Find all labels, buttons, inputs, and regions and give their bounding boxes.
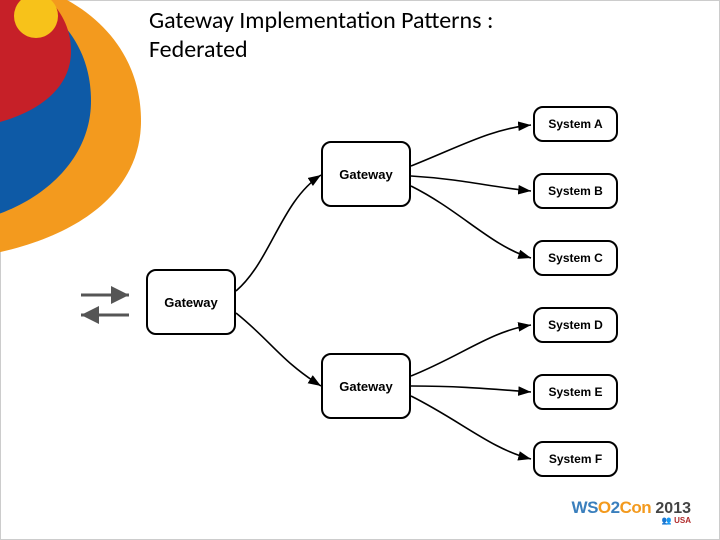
node-system-d: System D bbox=[533, 307, 618, 343]
node-label: System A bbox=[548, 117, 602, 131]
node-gateway-top: Gateway bbox=[321, 141, 411, 207]
node-label: System C bbox=[548, 251, 603, 265]
node-system-b: System B bbox=[533, 173, 618, 209]
node-label: System B bbox=[548, 184, 603, 198]
node-system-e: System E bbox=[533, 374, 618, 410]
node-label: System E bbox=[548, 385, 602, 399]
node-system-a: System A bbox=[533, 106, 618, 142]
node-gateway-bottom: Gateway bbox=[321, 353, 411, 419]
node-label: Gateway bbox=[339, 379, 392, 394]
people-icon: 👥 bbox=[662, 516, 672, 525]
logo-part: O bbox=[598, 498, 611, 517]
footer-conference-logo: WSO2Con 2013 👥 USA bbox=[572, 498, 691, 525]
slide: Gateway Implementation Patterns : Federa… bbox=[0, 0, 720, 540]
node-gateway-main: Gateway bbox=[146, 269, 236, 335]
architecture-diagram: Gateway Gateway Gateway System A System … bbox=[1, 1, 720, 540]
logo-year: 2013 bbox=[655, 500, 691, 517]
node-system-c: System C bbox=[533, 240, 618, 276]
node-label: System D bbox=[548, 318, 603, 332]
node-label: Gateway bbox=[339, 167, 392, 182]
node-system-f: System F bbox=[533, 441, 618, 477]
logo-region: USA bbox=[674, 516, 691, 525]
node-label: System F bbox=[549, 452, 602, 466]
logo-part: Con bbox=[620, 498, 652, 517]
bidirectional-arrows-icon bbox=[77, 281, 137, 331]
logo-part: 2 bbox=[611, 498, 620, 517]
node-label: Gateway bbox=[164, 295, 217, 310]
logo-part: WS bbox=[572, 498, 598, 517]
